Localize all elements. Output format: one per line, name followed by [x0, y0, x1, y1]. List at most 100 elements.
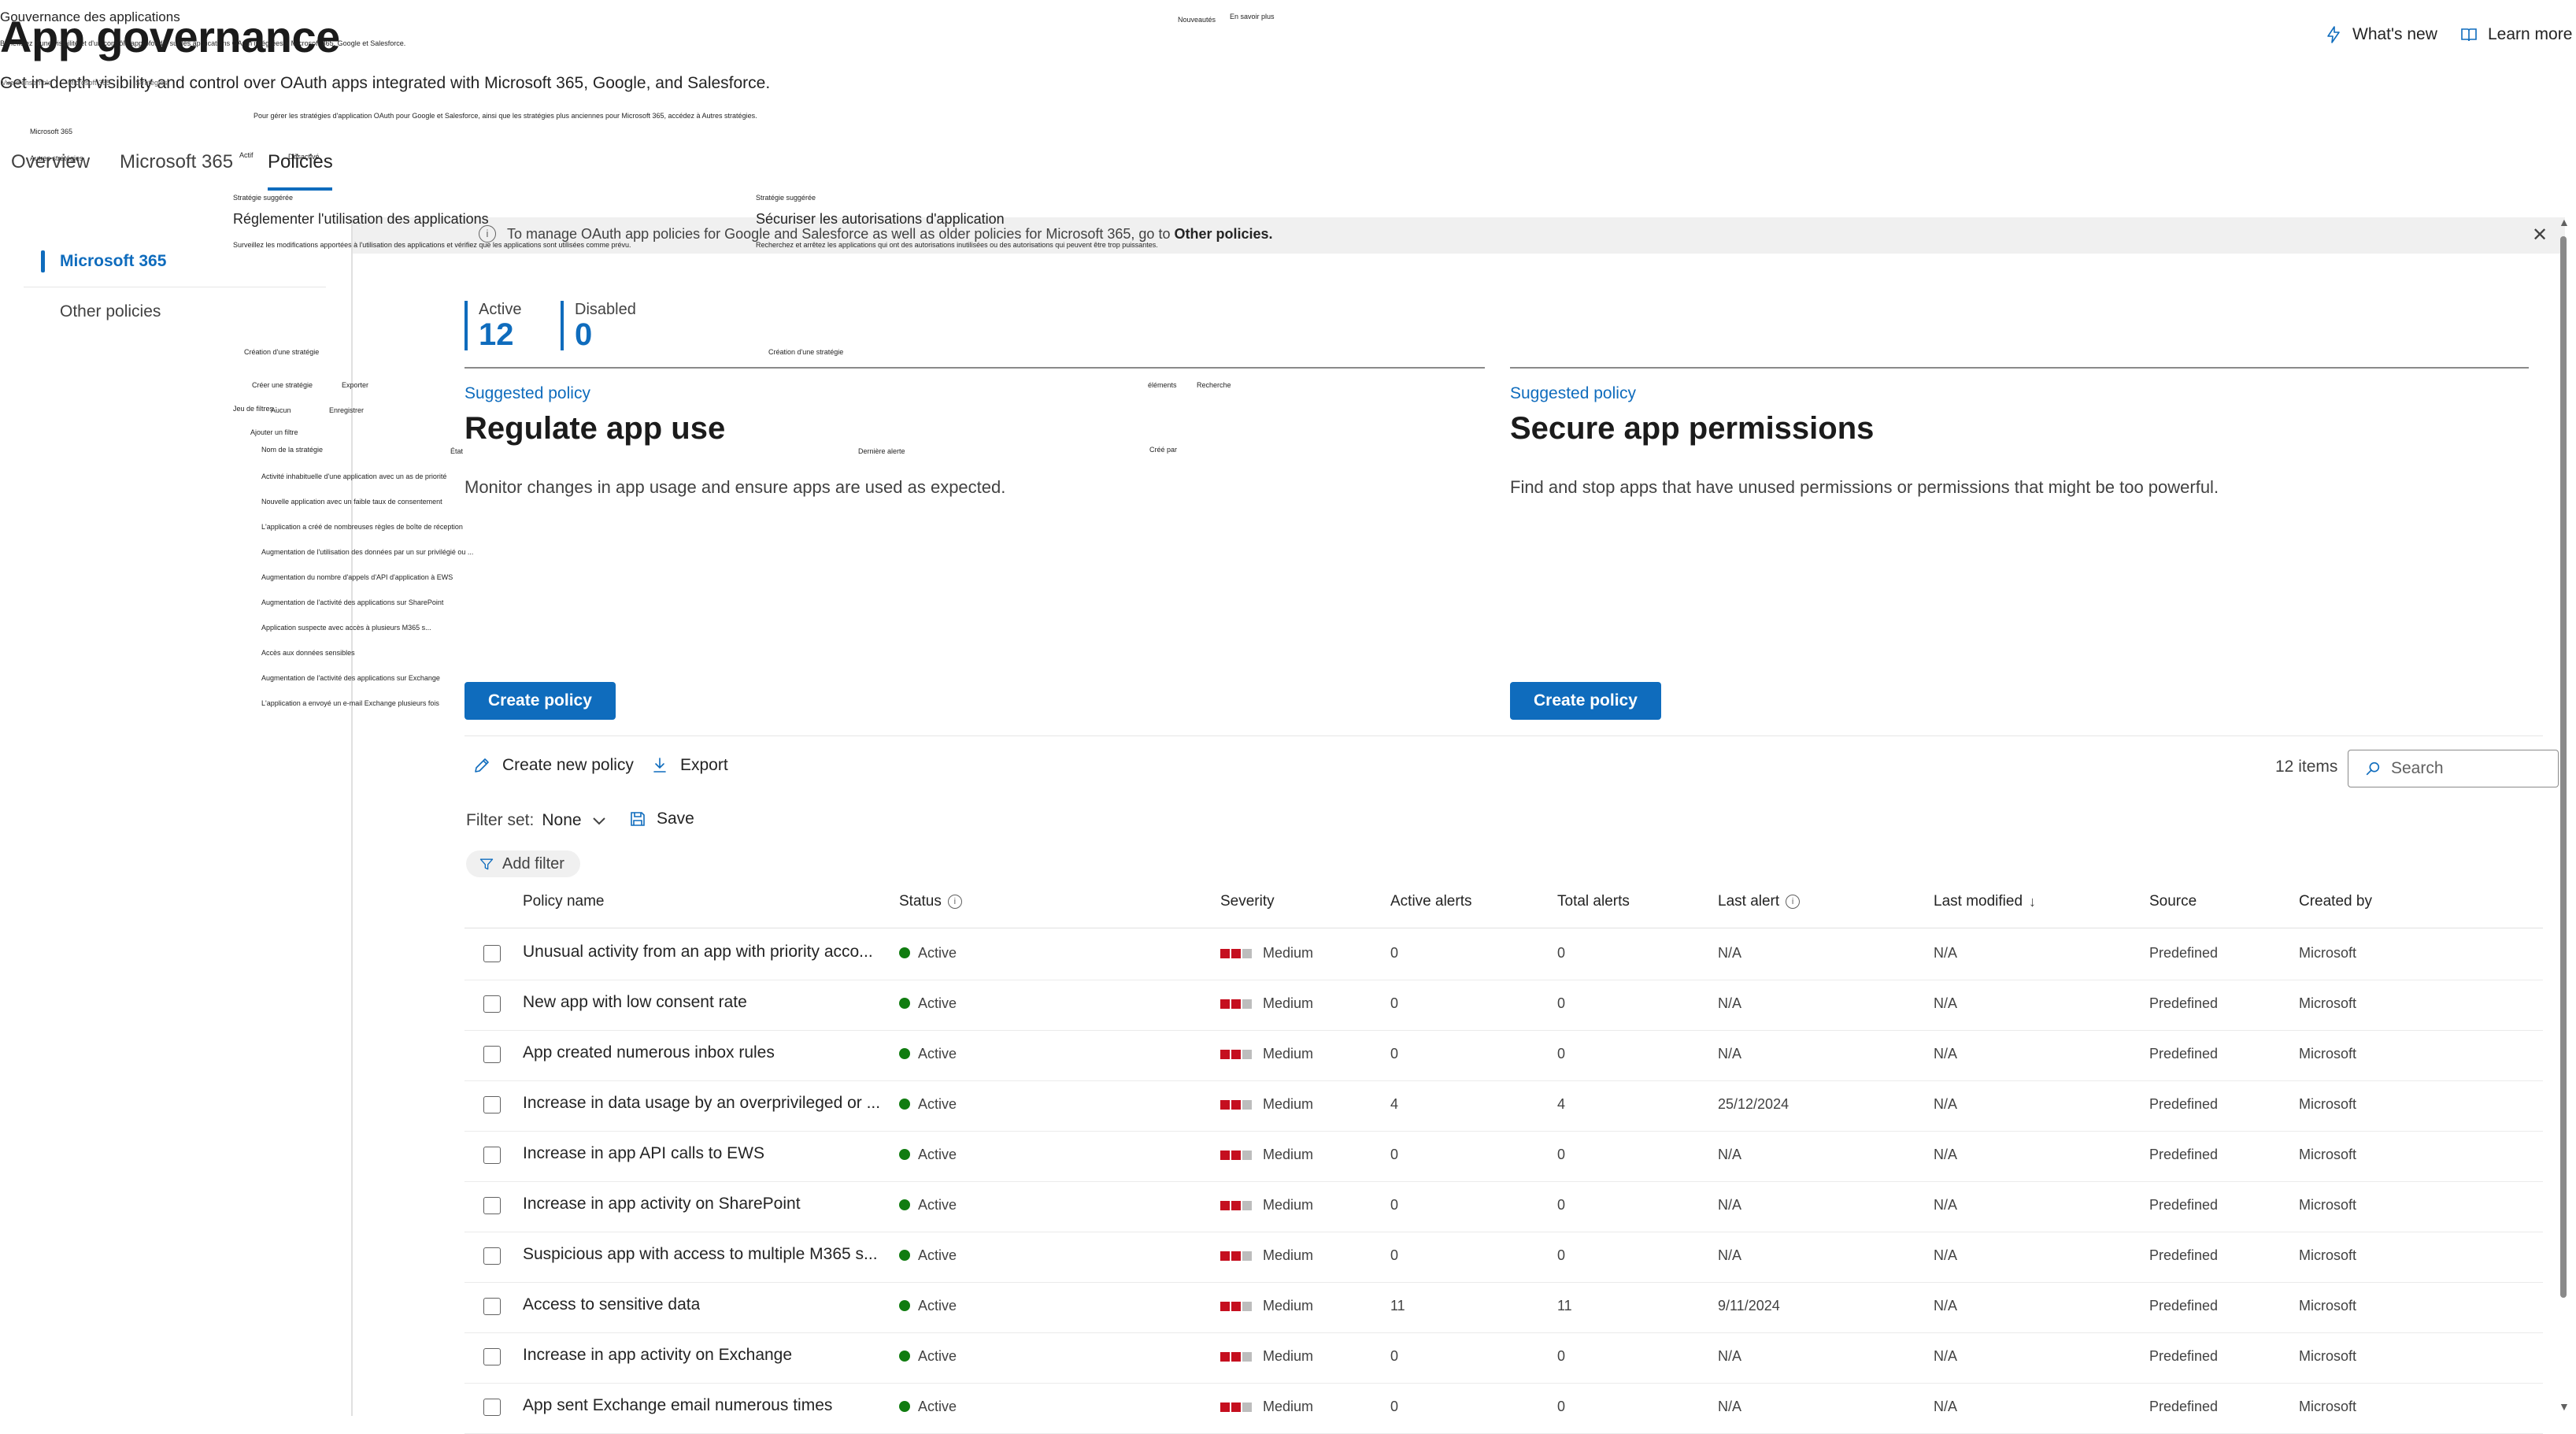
policy-name[interactable]: Increase in app activity on Exchange	[523, 1346, 792, 1365]
table-row[interactable]: App sent Exchange email numerous times Ac…	[464, 1383, 2543, 1434]
status-text: Active	[918, 1348, 957, 1364]
last-alert-cell: N/A	[1718, 1399, 1742, 1414]
scroll-down-icon[interactable]: ▼	[2559, 1400, 2570, 1413]
policy-name[interactable]: App created numerous inbox rules	[523, 1043, 775, 1062]
column-header-source[interactable]: Source	[2149, 893, 2197, 910]
status-cell: Active	[899, 995, 957, 1012]
column-header-last-modified-label: Last modified	[1934, 893, 2023, 910]
disabled-label: Disabled	[575, 301, 636, 318]
last-modified-cell: N/A	[1934, 1046, 1958, 1062]
column-header-policy-name[interactable]: Policy name	[523, 893, 605, 910]
table-row[interactable]: Increase in app API calls to EWS Active Me…	[464, 1131, 2543, 1182]
row-checkbox[interactable]	[483, 1147, 501, 1164]
overlay-whats-new: Nouveautés	[1178, 16, 1216, 24]
whats-new-link[interactable]: What's new	[2324, 25, 2437, 44]
overlay-learn-more: En savoir plus	[1230, 13, 1275, 20]
row-checkbox[interactable]	[483, 1096, 501, 1113]
table-row[interactable]: New app with low consent rate Active Mediu…	[464, 980, 2543, 1031]
severity-bars-icon	[1220, 1299, 1253, 1315]
other-policies-link[interactable]: Other policies.	[1174, 226, 1272, 242]
total-alerts-cell: 0	[1557, 995, 1566, 1011]
table-row[interactable]: Suspicious app with access to multiple M…	[464, 1232, 2543, 1283]
status-dot-icon	[899, 1300, 910, 1311]
export-button[interactable]: Export	[650, 756, 728, 775]
severity-cell: Medium	[1220, 1147, 1313, 1164]
row-checkbox[interactable]	[483, 1298, 501, 1315]
row-checkbox[interactable]	[483, 1197, 501, 1214]
status-text: Active	[918, 1298, 957, 1314]
overlay-card2-desc: Recherchez et arrêtez les applications q…	[756, 241, 1158, 249]
sidebar-item-microsoft-365[interactable]: Microsoft 365	[60, 252, 166, 271]
overlay-create: Créer une stratégie	[252, 381, 313, 389]
active-alerts-cell: 0	[1390, 945, 1399, 961]
status-text: Active	[918, 1399, 957, 1414]
policy-name[interactable]: Increase in app activity on SharePoint	[523, 1195, 801, 1214]
overlay-row: L'application a créé de nombreuses règle…	[261, 523, 463, 531]
filter-set-dropdown[interactable]: Filter set: None	[466, 811, 609, 830]
learn-more-link[interactable]: Learn more	[2459, 25, 2572, 44]
table-row[interactable]: Increase in app activity on Exchange Acti…	[464, 1332, 2543, 1384]
status-cell: Active	[899, 1298, 957, 1314]
search-input[interactable]: Search	[2348, 750, 2559, 787]
total-alerts-cell: 0	[1557, 1348, 1566, 1364]
close-icon[interactable]: ✕	[2532, 224, 2548, 246]
save-filter-button[interactable]: Save	[628, 810, 694, 828]
policy-name[interactable]: Increase in app API calls to EWS	[523, 1144, 764, 1163]
sidebar-item-other-policies[interactable]: Other policies	[60, 302, 161, 321]
active-alerts-cell: 4	[1390, 1096, 1399, 1112]
overlay-save: Enregistrer	[329, 406, 365, 414]
overlay-col-last-alert: Dernière alerte	[858, 447, 905, 455]
items-count: 12 items	[2275, 758, 2338, 776]
row-checkbox[interactable]	[483, 945, 501, 962]
status-dot-icon	[899, 1401, 910, 1412]
create-new-policy-button[interactable]: Create new policy	[472, 756, 634, 775]
total-alerts-cell: 0	[1557, 1399, 1566, 1414]
table-row[interactable]: Unusual activity from an app with priori…	[464, 929, 2543, 980]
status-dot-icon	[899, 1351, 910, 1362]
overlay-row: Augmentation de l'activité des applicati…	[261, 598, 444, 606]
table-row[interactable]: App created numerous inbox rules Active Me…	[464, 1030, 2543, 1081]
row-checkbox[interactable]	[483, 1247, 501, 1265]
tab-microsoft-365[interactable]: Microsoft 365	[120, 151, 233, 173]
column-header-created-by[interactable]: Created by	[2299, 893, 2372, 910]
create-policy-button[interactable]: Create policy	[464, 682, 616, 720]
row-checkbox[interactable]	[483, 995, 501, 1013]
table-row[interactable]: Access to sensitive data Active Medium 11 11…	[464, 1282, 2543, 1333]
column-header-active-alerts[interactable]: Active alerts	[1390, 893, 1471, 910]
info-icon: i	[479, 225, 496, 243]
last-alert-cell: N/A	[1718, 1197, 1742, 1213]
disabled-stat: Disabled 0	[561, 301, 636, 350]
scrollbar-thumb[interactable]	[2560, 236, 2567, 1298]
severity-bars-icon	[1220, 1248, 1253, 1265]
row-checkbox[interactable]	[483, 1348, 501, 1365]
table-row[interactable]: Increase in data usage by an overprivile…	[464, 1080, 2543, 1132]
overlay-nav-m365: Microsoft 365	[30, 128, 73, 135]
overlay-row: Nouvelle application avec un faible taux…	[261, 498, 442, 506]
column-header-last-alert[interactable]: Last alert i	[1718, 893, 1801, 910]
last-modified-cell: N/A	[1934, 1399, 1958, 1414]
column-header-status[interactable]: Status i	[899, 893, 962, 910]
policy-name[interactable]: Unusual activity from an app with priori…	[523, 943, 873, 962]
create-policy-button[interactable]: Create policy	[1510, 682, 1661, 720]
column-header-severity[interactable]: Severity	[1220, 893, 1275, 910]
policy-name[interactable]: Access to sensitive data	[523, 1295, 700, 1314]
policy-name[interactable]: Suspicious app with access to multiple M…	[523, 1245, 878, 1264]
column-header-last-modified[interactable]: Last modified ↓	[1934, 893, 2036, 910]
column-header-total-alerts[interactable]: Total alerts	[1557, 893, 1630, 910]
add-filter-button[interactable]: Add filter	[466, 850, 580, 877]
policy-name[interactable]: New app with low consent rate	[523, 993, 747, 1012]
policy-name[interactable]: Increase in data usage by an overprivile…	[523, 1094, 880, 1113]
overlay-row: Augmentation de l'activité des applicati…	[261, 674, 440, 682]
overlay-active: Actif	[239, 151, 254, 159]
overlay-disabled: Désactivé	[288, 153, 320, 161]
last-alert-cell: N/A	[1718, 945, 1742, 961]
card-top-rule	[464, 367, 1485, 369]
scroll-up-icon[interactable]: ▲	[2559, 216, 2570, 228]
active-alerts-cell: 11	[1390, 1298, 1405, 1314]
row-checkbox[interactable]	[483, 1046, 501, 1063]
table-row[interactable]: Increase in app activity on SharePoint Ac…	[464, 1181, 2543, 1232]
row-checkbox[interactable]	[483, 1399, 501, 1416]
created-by-cell: Microsoft	[2299, 1096, 2357, 1112]
status-cell: Active	[899, 1247, 957, 1264]
policy-name[interactable]: App sent Exchange email numerous times	[523, 1396, 832, 1415]
